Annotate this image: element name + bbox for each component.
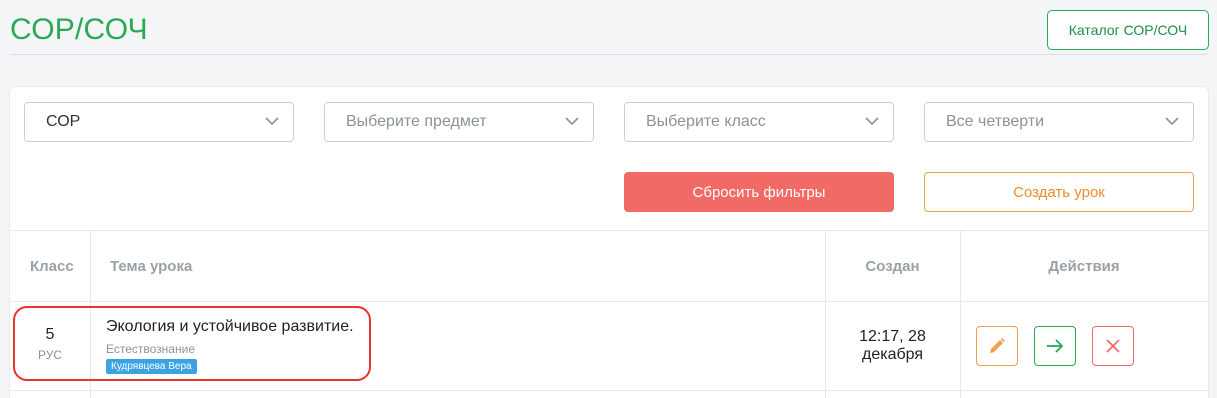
column-divider — [90, 230, 91, 398]
close-icon — [1106, 339, 1120, 353]
table-top-border — [10, 230, 1208, 231]
title-divider — [10, 54, 1208, 55]
lesson-topic[interactable]: Экология и устойчивое развитие. — [106, 318, 354, 336]
chevron-down-icon — [265, 117, 279, 126]
created-time: 12:17, 28 — [859, 328, 926, 345]
grade-number: 5 — [45, 326, 55, 343]
subject-select-placeholder: Выберите предмет — [346, 113, 487, 130]
type-select-value: СОР — [46, 113, 81, 130]
subject-select[interactable]: Выберите предмет — [324, 102, 594, 142]
column-header-topic[interactable]: Тема урока — [110, 258, 192, 275]
lesson-subject: Естествознание — [106, 342, 195, 356]
catalog-button[interactable]: Каталог СОР/СОЧ — [1047, 10, 1209, 50]
type-select[interactable]: СОР — [24, 102, 294, 142]
open-lesson-button[interactable] — [1034, 326, 1076, 366]
quarter-select-value: Все четверти — [946, 113, 1045, 130]
arrow-right-icon — [1047, 339, 1064, 353]
edit-button[interactable] — [976, 326, 1018, 366]
row-divider — [10, 390, 1208, 391]
page-title: СОР/СОЧ — [10, 13, 148, 46]
column-divider — [825, 230, 826, 398]
grade-language: РУС — [37, 348, 63, 362]
header-divider — [10, 301, 1208, 302]
grade-select-placeholder: Выберите класс — [646, 113, 766, 130]
author-badge: Кудрявцева Вера — [106, 359, 197, 374]
column-divider — [960, 230, 961, 398]
chevron-down-icon — [565, 117, 579, 126]
delete-button[interactable] — [1092, 326, 1134, 366]
quarter-select[interactable]: Все четверти — [924, 102, 1194, 142]
grade-select[interactable]: Выберите класс — [624, 102, 894, 142]
grade-cell: 5 РУС — [10, 326, 90, 362]
create-lesson-button[interactable]: Создать урок — [924, 172, 1194, 212]
created-date: 12:17, 28 декабря — [825, 328, 960, 364]
column-header-actions: Действия — [1048, 258, 1120, 275]
chevron-down-icon — [1165, 117, 1179, 126]
pencil-icon — [990, 338, 1005, 353]
column-header-created[interactable]: Создан — [825, 258, 960, 275]
created-day: декабря — [861, 346, 924, 363]
column-header-grade[interactable]: Класс — [30, 258, 74, 275]
reset-filters-button[interactable]: Сбросить фильтры — [624, 172, 894, 212]
chevron-down-icon — [865, 117, 879, 126]
filters-and-table-card: СОР Выберите предмет Выберите класс Все … — [9, 86, 1209, 398]
